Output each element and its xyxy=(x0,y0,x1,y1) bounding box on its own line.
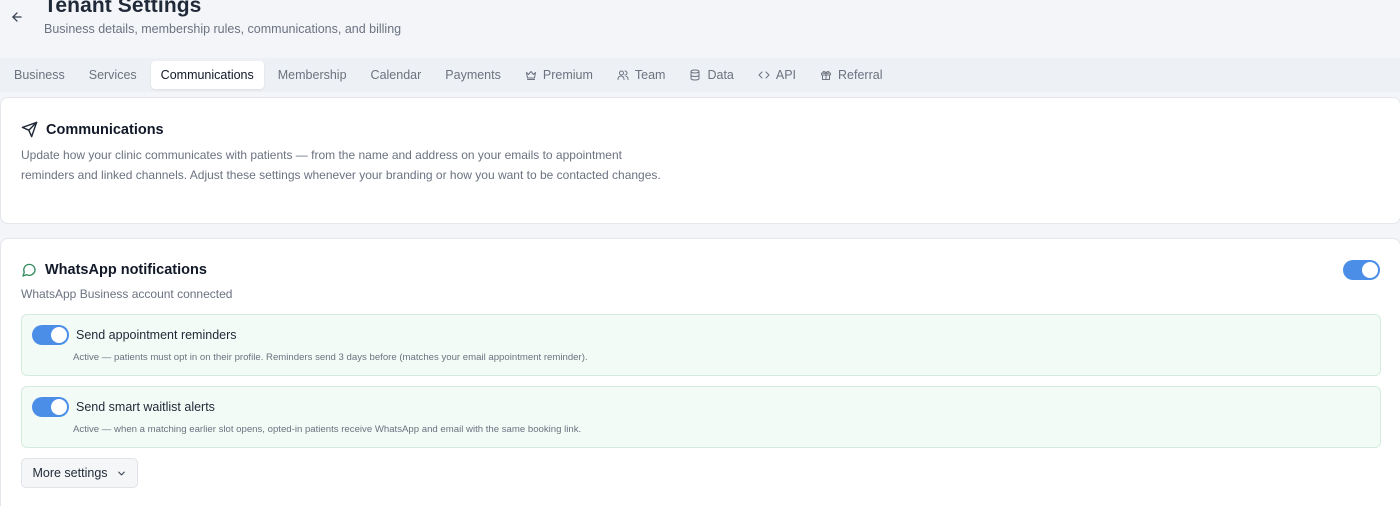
tab-communications[interactable]: Communications xyxy=(150,61,264,89)
appointment-reminders-option: Send appointment reminders Active — pati… xyxy=(21,314,1381,376)
whatsapp-toggle[interactable] xyxy=(1343,260,1380,280)
tab-api[interactable]: API xyxy=(748,61,806,89)
tab-calendar[interactable]: Calendar xyxy=(361,61,432,89)
more-settings-button[interactable]: More settings xyxy=(21,458,138,488)
gift-icon xyxy=(821,70,832,80)
message-circle-icon xyxy=(22,263,36,277)
option-title: Send appointment reminders xyxy=(76,328,237,342)
option-title: Send smart waitlist alerts xyxy=(76,400,215,414)
back-button[interactable] xyxy=(6,6,28,28)
whatsapp-status: WhatsApp Business account connected xyxy=(21,287,233,301)
page-subtitle: Business details, membership rules, comm… xyxy=(44,22,402,36)
tab-business[interactable]: Business xyxy=(4,61,75,89)
whatsapp-title: WhatsApp notifications xyxy=(45,262,207,278)
waitlist-alerts-toggle[interactable] xyxy=(32,397,69,417)
tab-label: Business xyxy=(14,68,65,82)
tab-payments[interactable]: Payments xyxy=(435,61,511,89)
tab-referral[interactable]: Referral xyxy=(810,61,892,89)
more-settings-label: More settings xyxy=(32,466,108,480)
tab-data[interactable]: Data xyxy=(679,61,743,89)
send-icon xyxy=(21,121,38,138)
tab-premium[interactable]: Premium xyxy=(515,61,603,89)
communications-description: Update how your clinic communicates with… xyxy=(21,148,661,182)
appointment-reminders-toggle[interactable] xyxy=(32,325,69,345)
toggle-knob xyxy=(51,399,67,415)
option-description: Active — when a matching earlier slot op… xyxy=(73,424,582,435)
database-icon xyxy=(690,69,700,81)
tab-label: Team xyxy=(634,68,666,82)
tab-label: API xyxy=(775,68,797,82)
tab-membership[interactable]: Membership xyxy=(268,61,357,89)
option-description: Active — patients must opt in on their p… xyxy=(73,352,588,363)
tab-label: Calendar xyxy=(370,68,422,82)
whatsapp-card: WhatsApp notifications WhatsApp Business… xyxy=(0,238,1400,506)
users-icon xyxy=(617,70,629,80)
waitlist-alerts-option: Send smart waitlist alerts Active — when… xyxy=(21,386,1381,448)
tab-label: Referral xyxy=(838,68,883,82)
arrow-left-icon xyxy=(12,12,22,22)
chevron-down-icon xyxy=(117,471,125,475)
crown-icon xyxy=(525,71,536,80)
settings-tabs: Business Services Communications Members… xyxy=(0,58,1400,92)
whatsapp-header: WhatsApp notifications xyxy=(21,262,207,278)
tab-label: Premium xyxy=(542,68,593,82)
toggle-knob xyxy=(51,327,67,343)
tab-label: Data xyxy=(707,68,734,82)
toggle-knob xyxy=(1362,262,1378,278)
code-icon xyxy=(758,71,770,79)
communications-title: Communications xyxy=(46,121,164,138)
tab-team[interactable]: Team xyxy=(607,61,676,89)
communications-header: Communications xyxy=(21,121,164,138)
tab-services[interactable]: Services xyxy=(79,61,147,89)
tab-label: Membership xyxy=(277,68,347,82)
page-title: Tenant Settings xyxy=(44,0,202,17)
tab-label: Payments xyxy=(445,68,501,82)
page-header: Tenant Settings Business details, member… xyxy=(0,0,1400,58)
tab-label: Services xyxy=(88,68,137,82)
communications-card: Communications Update how your clinic co… xyxy=(0,97,1400,224)
tab-label: Communications xyxy=(160,68,254,82)
